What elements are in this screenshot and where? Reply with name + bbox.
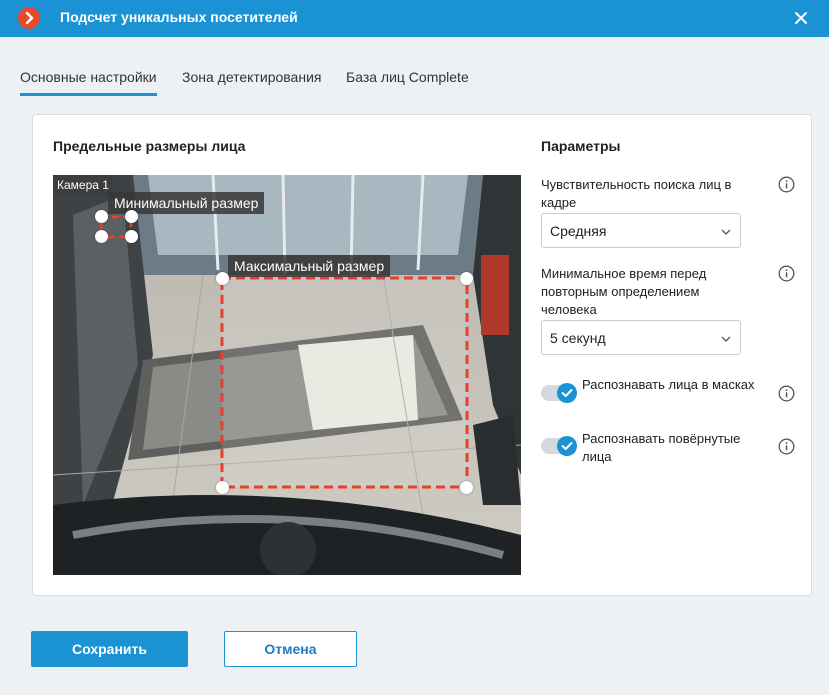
- check-icon: [557, 436, 577, 456]
- max-box-handle-tl[interactable]: [216, 272, 229, 285]
- tab-label: База лиц Complete: [346, 69, 469, 85]
- min-box-handle-br[interactable]: [125, 230, 138, 243]
- chevron-down-icon: [720, 332, 732, 350]
- check-icon: [557, 383, 577, 403]
- min-box-handle-bl[interactable]: [95, 230, 108, 243]
- tab-label: Зона детектирования: [182, 69, 322, 85]
- info-icon[interactable]: [778, 385, 795, 402]
- tab-basic-settings[interactable]: Основные настройки: [20, 69, 157, 96]
- max-box-handle-tr[interactable]: [460, 272, 473, 285]
- max-box-handle-br[interactable]: [460, 481, 473, 494]
- masks-toggle[interactable]: [541, 383, 577, 403]
- close-icon[interactable]: [792, 9, 810, 27]
- window-titlebar: Подсчет уникальных посетителей: [0, 0, 829, 37]
- min-time-select[interactable]: 5 секунд: [541, 320, 741, 355]
- camera-image: [53, 175, 521, 575]
- macroscop-logo-icon: [18, 7, 40, 29]
- cancel-button[interactable]: Отмена: [224, 631, 357, 667]
- rotated-toggle[interactable]: [541, 436, 577, 456]
- masks-label: Распознавать лица в масках: [582, 377, 755, 392]
- min-box-handle-tl[interactable]: [95, 210, 108, 223]
- max-size-box[interactable]: [220, 276, 469, 489]
- save-button[interactable]: Сохранить: [31, 631, 188, 667]
- camera-name-label: Камера 1: [53, 175, 113, 195]
- sensitivity-label: Чувствительность поиска лиц в кадре: [541, 177, 732, 210]
- info-icon[interactable]: [778, 176, 795, 193]
- camera-preview: Камера 1 Минимальный размер Максимальный…: [53, 175, 521, 575]
- params-title: Параметры: [541, 138, 621, 154]
- sensitivity-select[interactable]: Средняя: [541, 213, 741, 248]
- sensitivity-value: Средняя: [550, 223, 607, 239]
- min-box-handle-tr[interactable]: [125, 210, 138, 223]
- tab-detection-zone[interactable]: Зона детектирования: [182, 69, 321, 93]
- min-time-value: 5 секунд: [550, 330, 606, 346]
- rotated-label: Распознавать повёрнутые лица: [582, 431, 741, 464]
- min-time-label: Минимальное время перед повторным опреде…: [541, 266, 707, 317]
- max-box-handle-bl[interactable]: [216, 481, 229, 494]
- chevron-down-icon: [720, 225, 732, 243]
- tab-face-database[interactable]: База лиц Complete: [346, 69, 469, 93]
- info-icon[interactable]: [778, 438, 795, 455]
- tab-label: Основные настройки: [20, 69, 157, 85]
- max-size-label: Максимальный размер: [228, 255, 391, 277]
- face-sizes-title: Предельные размеры лица: [53, 138, 246, 154]
- window-title: Подсчет уникальных посетителей: [60, 9, 298, 25]
- info-icon[interactable]: [778, 265, 795, 282]
